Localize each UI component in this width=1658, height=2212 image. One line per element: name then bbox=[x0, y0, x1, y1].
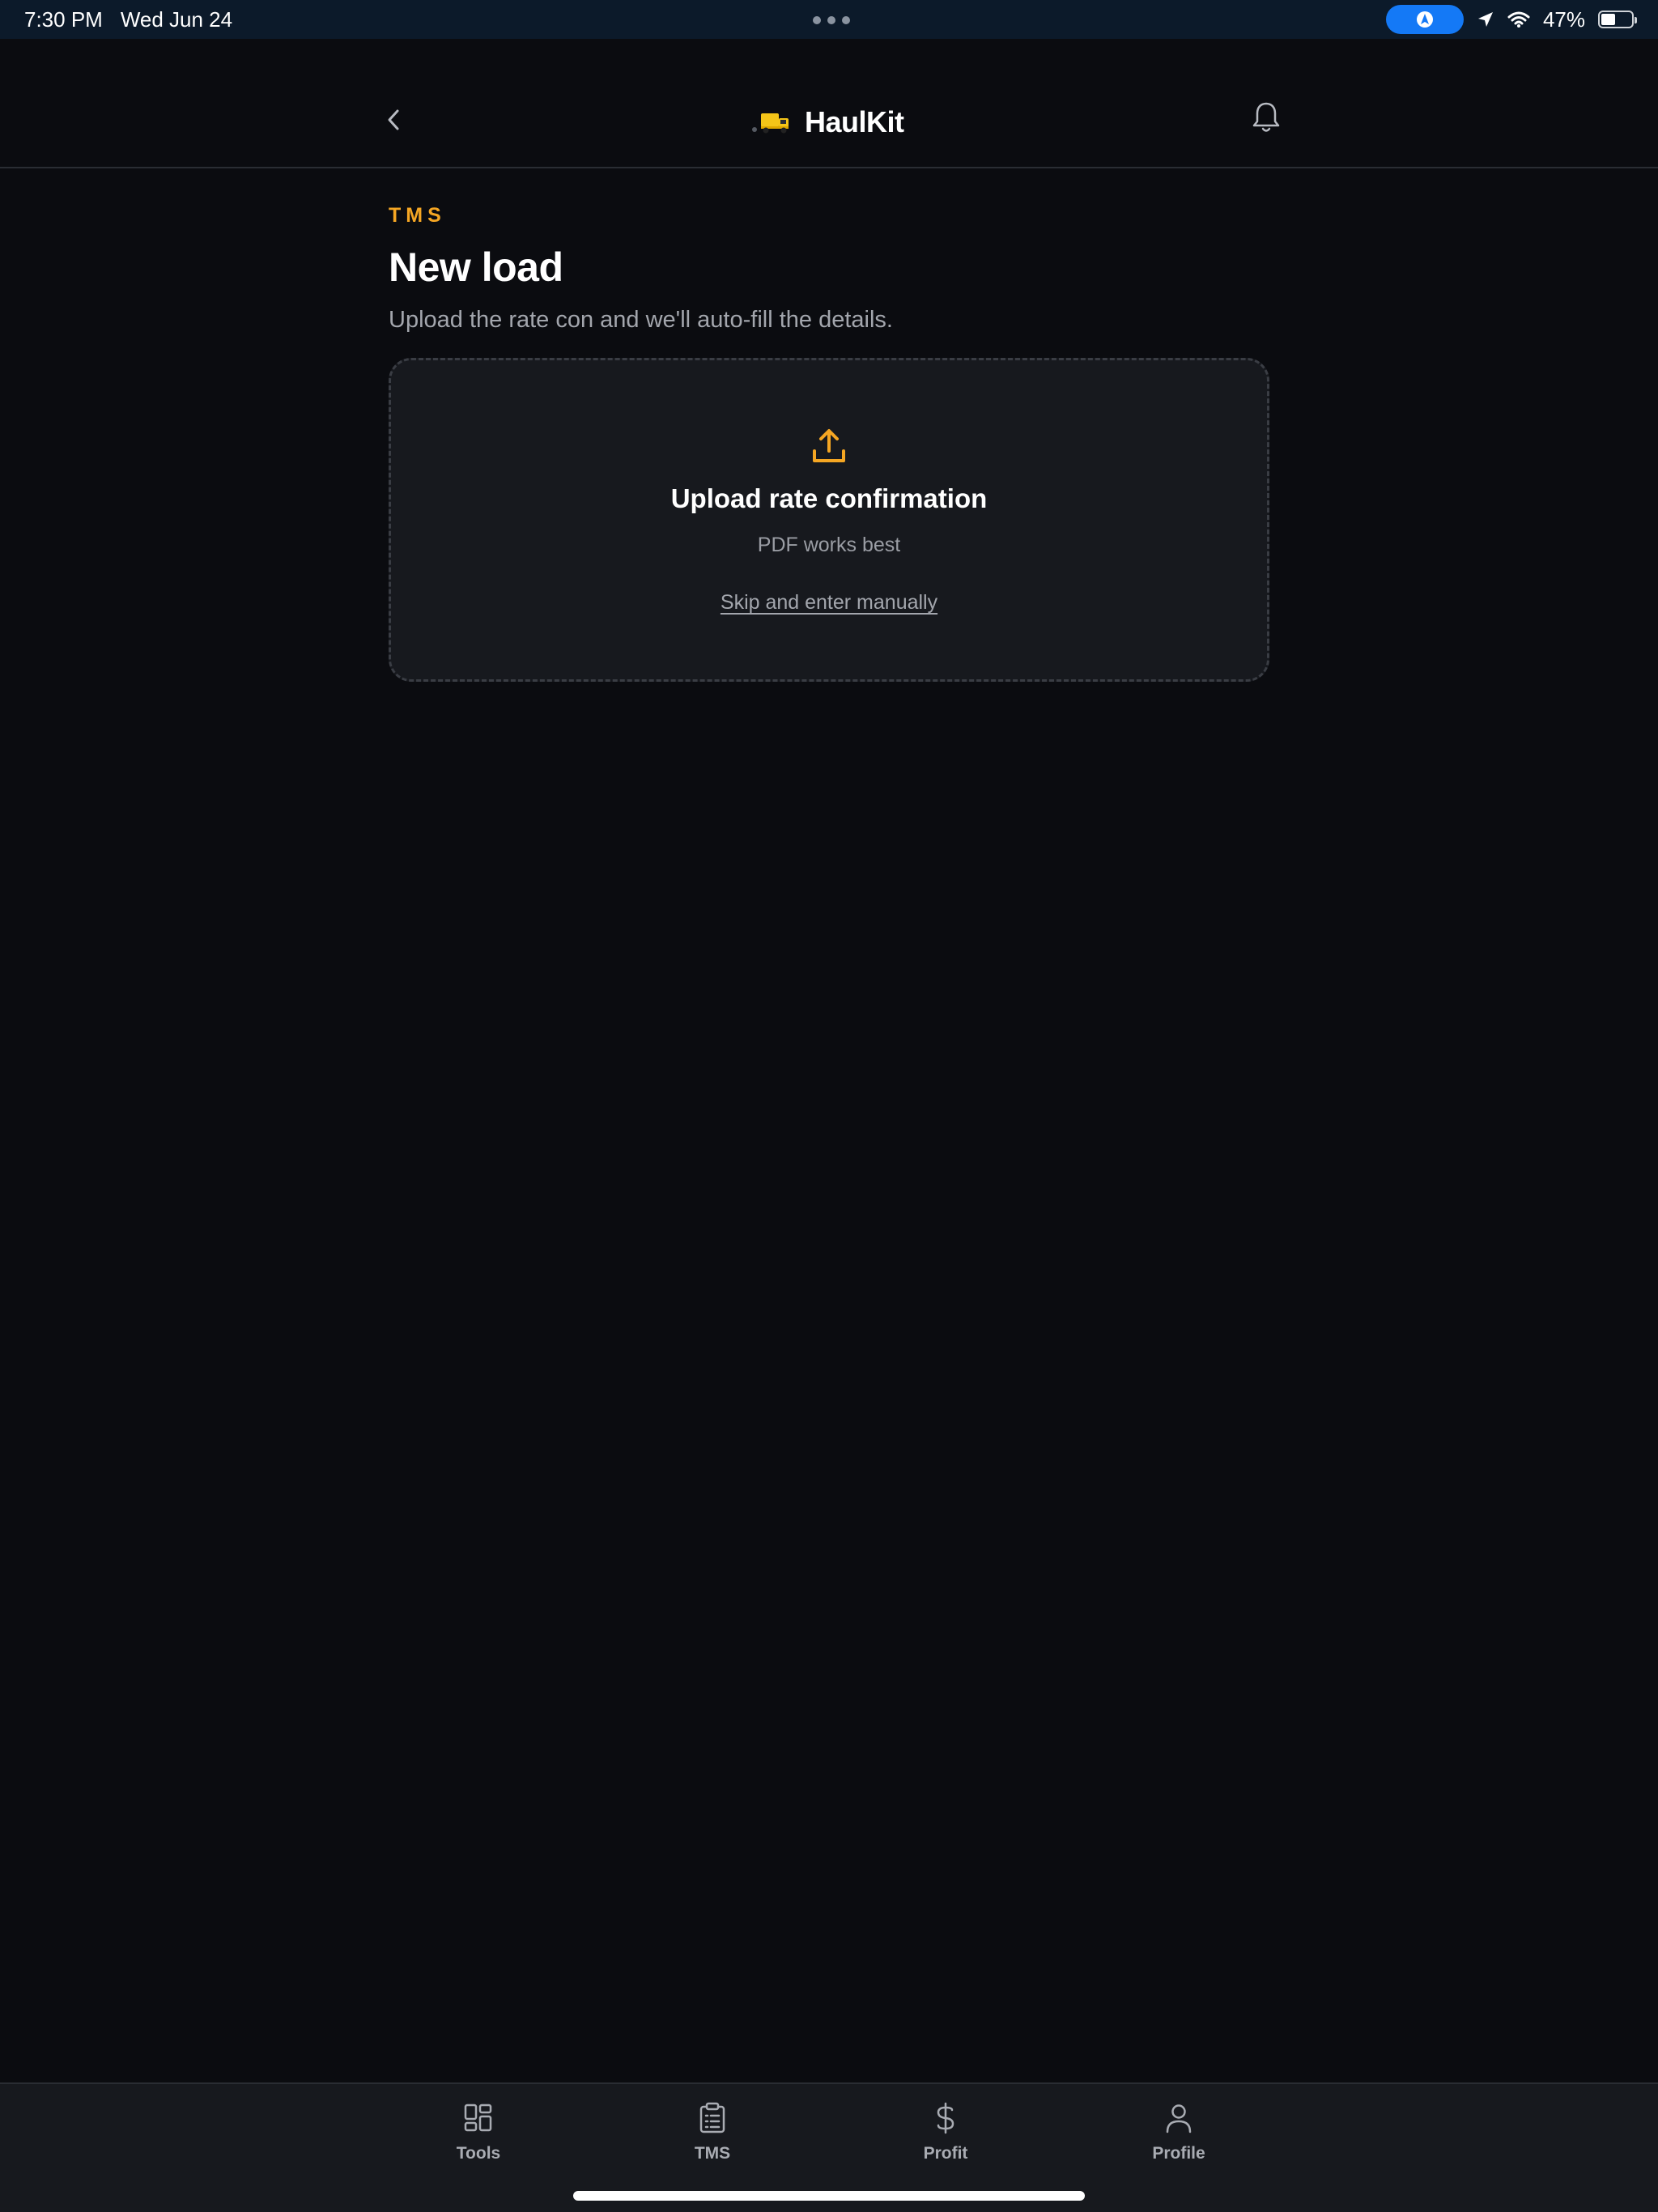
home-indicator[interactable] bbox=[573, 2191, 1085, 2201]
upload-title: Upload rate confirmation bbox=[670, 483, 988, 513]
grid-icon bbox=[464, 2104, 492, 2132]
status-bar: 7:30 PM Wed Jun 24 47% bbox=[0, 0, 1658, 39]
tab-tms[interactable]: TMS bbox=[648, 2102, 777, 2175]
wifi-icon bbox=[1507, 11, 1530, 28]
battery-icon bbox=[1598, 11, 1637, 28]
dot bbox=[842, 16, 850, 24]
status-left: 7:30 PM Wed Jun 24 bbox=[24, 7, 232, 32]
status-date: Wed Jun 24 bbox=[120, 6, 233, 32]
status-time: 7:30 PM bbox=[24, 6, 103, 32]
dot bbox=[827, 16, 835, 24]
navigation-arrow-icon bbox=[1416, 11, 1433, 28]
user-icon bbox=[1166, 2104, 1192, 2133]
back-button[interactable] bbox=[377, 104, 410, 136]
tab-label: Tools bbox=[456, 2144, 501, 2163]
tab-profit[interactable]: Profit bbox=[881, 2102, 1010, 2175]
section-eyebrow: TMS bbox=[389, 204, 446, 227]
battery-fill bbox=[1601, 14, 1615, 25]
upload-icon bbox=[813, 429, 845, 462]
clipboard-icon bbox=[699, 2102, 725, 2133]
page-title: New load bbox=[389, 245, 563, 290]
location-icon bbox=[1477, 12, 1493, 27]
page-heading: TMS New load Upload the rate con and we'… bbox=[389, 204, 1269, 334]
page-subtitle: Upload the rate con and we'll auto-fill … bbox=[389, 307, 893, 333]
brand-name: HaulKit bbox=[805, 105, 904, 138]
truck-icon bbox=[752, 113, 789, 134]
tab-profile[interactable]: Profile bbox=[1114, 2102, 1244, 2175]
tab-label: TMS bbox=[694, 2144, 731, 2163]
chevron-left-icon bbox=[388, 109, 399, 130]
brand[interactable]: HaulKit bbox=[751, 102, 904, 143]
upload-dropzone[interactable]: Upload rate confirmation PDF works best … bbox=[389, 358, 1269, 682]
navigation-pill[interactable] bbox=[1385, 5, 1464, 34]
battery-percent: 47% bbox=[1542, 6, 1585, 32]
skip-manual-entry-link[interactable]: Skip and enter manually bbox=[721, 591, 937, 615]
app-header: HaulKit bbox=[0, 39, 1658, 168]
bell-icon bbox=[1252, 102, 1280, 132]
status-right: 47% bbox=[1385, 5, 1637, 34]
tab-label: Profile bbox=[1152, 2144, 1205, 2163]
dollar-icon bbox=[937, 2102, 954, 2134]
multitasking-dots[interactable] bbox=[813, 16, 850, 24]
notifications-button[interactable] bbox=[1250, 99, 1282, 136]
tab-tools[interactable]: Tools bbox=[414, 2102, 543, 2175]
dot bbox=[813, 16, 821, 24]
tab-label: Profit bbox=[923, 2144, 968, 2163]
upload-hint: PDF works best bbox=[757, 534, 901, 556]
